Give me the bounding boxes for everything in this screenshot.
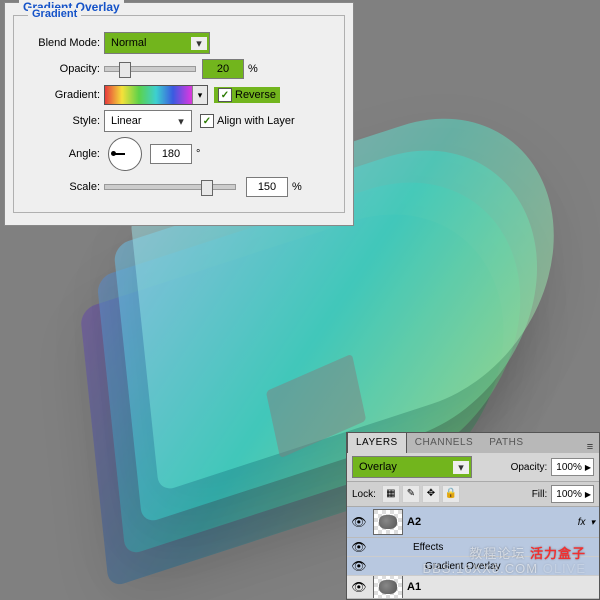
lock-label: Lock: (352, 489, 376, 500)
fill-value: 100% (556, 489, 582, 500)
lock-fill-row: Lock: ▦ ✎ ✥ 🔒 Fill: 100% ▶ (347, 481, 599, 507)
scale-input[interactable]: 150 (246, 177, 288, 197)
opacity-unit: % (248, 63, 258, 75)
panel-tabs: LAYERS CHANNELS PATHS ≡ (347, 433, 599, 453)
gradient-row: Gradient: ▾ Reverse (22, 84, 336, 106)
chevron-down-icon: ▾ (191, 37, 207, 50)
opacity-slider[interactable] (104, 66, 196, 72)
tab-paths[interactable]: PATHS (481, 433, 531, 453)
chevron-down-icon: ▾ (173, 115, 189, 128)
scale-row: Scale: 150 % (22, 176, 336, 198)
angle-unit: ° (196, 148, 200, 160)
layer-blend-mode-value: Overlay (359, 461, 397, 473)
layer-thumbnail[interactable] (373, 509, 403, 535)
visibility-eye-icon[interactable]: 👁 (349, 515, 369, 529)
scale-slider[interactable] (104, 184, 236, 190)
scale-label: Scale: (22, 181, 104, 193)
thumbnail-shape-icon (379, 515, 397, 529)
blend-mode-select[interactable]: Normal ▾ (104, 32, 210, 54)
gradient-overlay-dialog: Gradient Overlay Gradient Blend Mode: No… (4, 2, 354, 226)
visibility-eye-icon[interactable]: 👁 (349, 580, 369, 594)
lock-position-icon[interactable]: ✥ (422, 485, 440, 503)
slider-thumb-icon[interactable] (119, 62, 131, 78)
align-checkbox[interactable] (200, 114, 214, 128)
chevron-down-icon: ▾ (590, 517, 595, 528)
style-row: Style: Linear ▾ Align with Layer (22, 110, 336, 132)
layer-name[interactable]: A1 (407, 581, 421, 593)
blend-mode-value: Normal (111, 37, 146, 49)
chevron-right-icon: ▶ (585, 490, 591, 499)
lock-icons-group: ▦ ✎ ✥ 🔒 (382, 485, 460, 503)
layer-thumbnail[interactable] (373, 576, 403, 599)
layer-blend-mode-select[interactable]: Overlay ▾ (352, 456, 472, 478)
angle-dot-icon (111, 151, 116, 156)
opacity-row: Opacity: 20 % (22, 58, 336, 80)
visibility-eye-icon[interactable]: 👁 (349, 540, 369, 554)
reverse-option[interactable]: Reverse (214, 87, 280, 103)
fx-label: fx (578, 517, 586, 528)
opacity-input[interactable]: 20 (202, 59, 244, 79)
watermark-text: 教程论坛 (469, 546, 525, 561)
angle-label: Angle: (22, 148, 104, 160)
fill-label: Fill: (532, 489, 548, 500)
align-label: Align with Layer (217, 115, 295, 127)
thumbnail-shape-icon (379, 580, 397, 594)
reverse-checkbox[interactable] (218, 88, 232, 102)
opacity-label: Opacity: (22, 63, 104, 75)
angle-dial[interactable] (108, 137, 142, 171)
chevron-down-icon[interactable]: ▾ (192, 86, 207, 104)
lock-all-icon[interactable]: 🔒 (442, 485, 460, 503)
blend-mode-row: Blend Mode: Normal ▾ (22, 32, 336, 54)
scale-unit: % (292, 181, 302, 193)
layer-opacity-label: Opacity: (511, 462, 548, 473)
tab-layers[interactable]: LAYERS (347, 432, 407, 453)
layer-opacity-value: 100% (556, 462, 582, 473)
chevron-right-icon: ▶ (585, 463, 591, 472)
tab-channels[interactable]: CHANNELS (407, 433, 481, 453)
watermark-credit: OLIVE (543, 561, 586, 576)
visibility-eye-icon[interactable]: 👁 (349, 559, 369, 573)
angle-input[interactable]: 180 (150, 144, 192, 164)
angle-row: Angle: 180 ° (22, 136, 336, 172)
chevron-down-icon: ▾ (453, 461, 469, 474)
canvas-background: Gradient Overlay Gradient Blend Mode: No… (0, 0, 600, 600)
style-value: Linear (111, 115, 142, 127)
gradient-group: Gradient Blend Mode: Normal ▾ Opacity: 2… (13, 15, 345, 213)
gradient-label: Gradient: (22, 89, 104, 101)
layer-fx-indicator[interactable]: fx ▾ (578, 517, 595, 528)
reverse-label: Reverse (235, 89, 276, 101)
lock-transparency-icon[interactable]: ▦ (382, 485, 400, 503)
style-select[interactable]: Linear ▾ (104, 110, 192, 132)
blend-mode-label: Blend Mode: (22, 37, 104, 49)
layer-row[interactable]: 👁 A1 (347, 576, 599, 599)
slider-thumb-icon[interactable] (201, 180, 213, 196)
fill-input[interactable]: 100% ▶ (551, 485, 594, 503)
watermark: 教程论坛 活力盒子 BBS.16XX8.COM OLIVE (422, 546, 586, 576)
lock-pixels-icon[interactable]: ✎ (402, 485, 420, 503)
watermark-text-red: 活力盒子 (530, 546, 586, 561)
group-label: Gradient (28, 8, 81, 20)
layer-opacity-input[interactable]: 100% ▶ (551, 458, 594, 476)
watermark-url: BBS.16XX8.COM (422, 561, 538, 576)
layer-row[interactable]: 👁 A2 fx ▾ (347, 507, 599, 538)
align-option[interactable]: Align with Layer (200, 114, 295, 128)
panel-menu-icon[interactable]: ≡ (581, 441, 599, 453)
gradient-picker[interactable]: ▾ (104, 85, 208, 105)
style-label: Style: (22, 115, 104, 127)
blend-opacity-row: Overlay ▾ Opacity: 100% ▶ (347, 453, 599, 481)
layer-name[interactable]: A2 (407, 516, 421, 528)
